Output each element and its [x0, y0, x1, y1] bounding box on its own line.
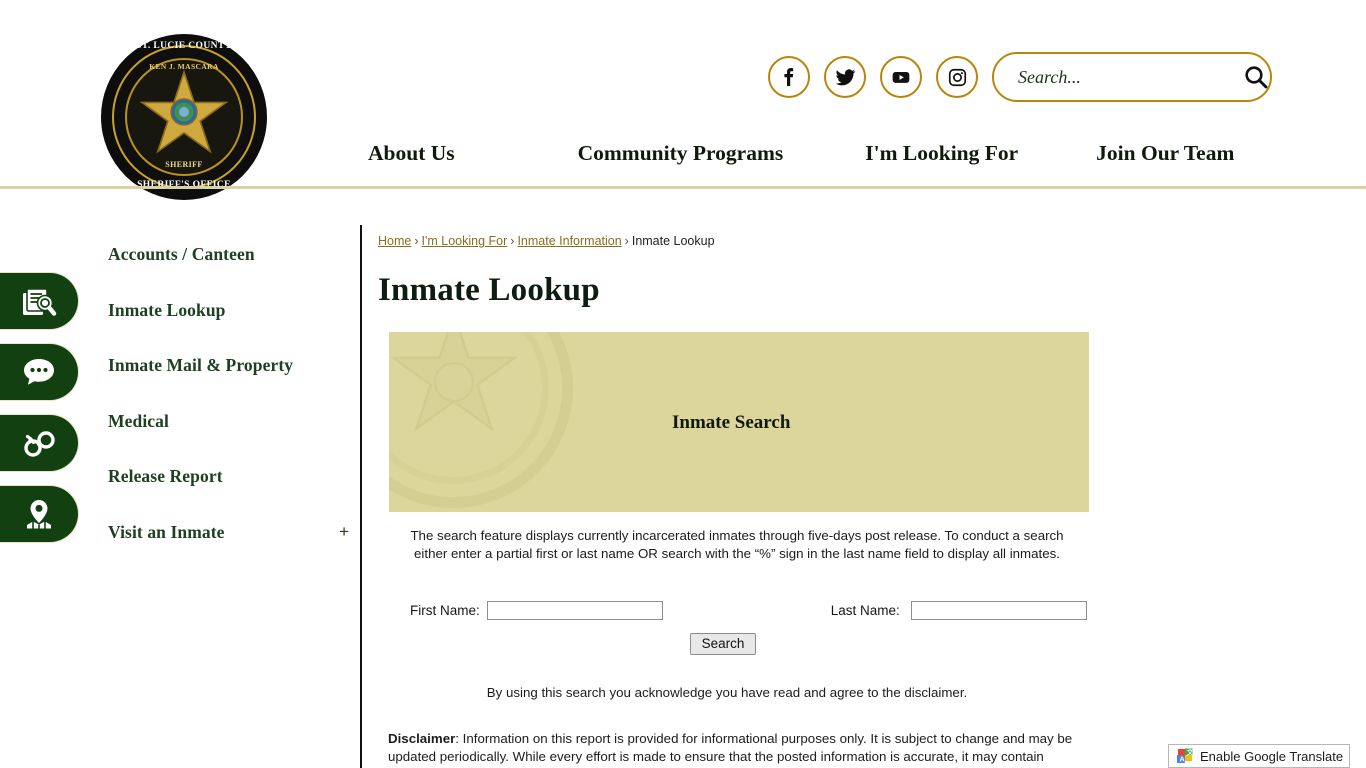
- main-navigation: About Us Community Programs I'm Looking …: [368, 141, 1234, 166]
- search-instructions: The search feature displays currently in…: [410, 528, 1064, 561]
- inmate-search-banner: Inmate Search: [389, 332, 1089, 512]
- breadcrumb-separator: ›: [510, 234, 515, 248]
- chat-bubble-icon: [24, 359, 54, 385]
- sheriff-seal-logo[interactable]: ST. LUCIE COUNTY KEN J. MASCARA SHERIFF …: [101, 34, 267, 200]
- watermark-star-icon: [389, 332, 519, 432]
- google-translate-label: Enable Google Translate: [1200, 748, 1344, 764]
- breadcrumb-link-im-looking-for[interactable]: I'm Looking For: [422, 234, 508, 248]
- page-root: ST. LUCIE COUNTY KEN J. MASCARA SHERIFF …: [0, 0, 1366, 768]
- breadcrumb-current: Inmate Lookup: [631, 234, 715, 248]
- disclaimer-text: Disclaimer: Information on this report i…: [388, 730, 1078, 768]
- nav-item-about-us[interactable]: About Us: [368, 141, 455, 166]
- sidebar-item-label: Accounts / Canteen: [108, 244, 255, 265]
- first-name-input[interactable]: [486, 601, 663, 620]
- google-translate-icon: A 文: [1177, 748, 1195, 764]
- twitter-icon: [835, 68, 855, 85]
- content-divider: [360, 225, 362, 768]
- sidebar-item-accounts-canteen[interactable]: Accounts / Canteen: [108, 227, 353, 283]
- handcuffs-icon: [24, 431, 55, 457]
- svg-text:A: A: [1179, 754, 1185, 763]
- sidebar-item-medical[interactable]: Medical: [108, 394, 353, 450]
- social-links: [768, 56, 978, 98]
- sidebar-item-inmate-mail-property[interactable]: Inmate Mail & Property: [108, 338, 353, 394]
- nav-item-community-programs[interactable]: Community Programs: [578, 141, 784, 166]
- google-translate-toggle[interactable]: A 文 Enable Google Translate: [1168, 744, 1350, 768]
- last-name-group: Last Name:: [830, 601, 1088, 620]
- svg-text:文: 文: [1187, 748, 1193, 757]
- quick-tab-arrests[interactable]: [0, 415, 78, 471]
- twitter-link[interactable]: [824, 56, 866, 98]
- inmate-search-form: First Name: Last Name:: [378, 601, 1090, 620]
- breadcrumb: Home › I'm Looking For › Inmate Information ›…: [378, 232, 1090, 250]
- quick-tab-tips-chat[interactable]: [0, 344, 78, 400]
- nav-item-im-looking-for[interactable]: I'm Looking For: [865, 141, 1018, 166]
- search-button-row: Search: [378, 633, 1090, 655]
- sidebar-item-visit-an-inmate[interactable]: Visit an Inmate +: [108, 505, 353, 561]
- sheriff-star-icon: [139, 69, 229, 154]
- breadcrumb-separator: ›: [624, 234, 629, 248]
- disclaimer-label: Disclaimer: [388, 731, 456, 746]
- quick-tab-crime-map[interactable]: [0, 486, 78, 542]
- first-name-label: First Name:: [410, 603, 480, 618]
- site-header: ST. LUCIE COUNTY KEN J. MASCARA SHERIFF …: [0, 0, 1366, 200]
- sidebar-item-label: Inmate Mail & Property: [108, 355, 294, 376]
- acknowledgement-text: By using this search you acknowledge you…: [486, 685, 968, 700]
- youtube-icon: [892, 72, 910, 83]
- sidebar-item-label: Inmate Lookup: [108, 299, 226, 320]
- nav-item-join-our-team[interactable]: Join Our Team: [1096, 141, 1234, 166]
- site-search[interactable]: [992, 52, 1272, 102]
- expand-plus-icon[interactable]: +: [339, 522, 353, 542]
- header-bottom-rule: [0, 186, 1366, 189]
- banner-title: Inmate Search: [672, 412, 791, 433]
- sidebar-item-inmate-lookup[interactable]: Inmate Lookup: [108, 283, 353, 339]
- breadcrumb-link-home[interactable]: Home: [378, 234, 411, 248]
- youtube-link[interactable]: [880, 56, 922, 98]
- facebook-link[interactable]: [768, 56, 810, 98]
- quick-access-tabs: [0, 273, 80, 557]
- instagram-icon: [948, 68, 966, 86]
- magnifier-icon[interactable]: [1243, 64, 1269, 90]
- page-title: Inmate Lookup: [378, 272, 600, 308]
- seal-text-sheriff: SHERIFF: [165, 160, 203, 169]
- search-submit-button[interactable]: Search: [689, 633, 757, 655]
- sidebar-item-label: Visit an Inmate: [108, 521, 225, 542]
- sidebar-item-label: Medical: [108, 410, 169, 431]
- last-name-input[interactable]: [911, 601, 1088, 620]
- search-input[interactable]: [1016, 65, 1243, 89]
- breadcrumb-link-inmate-information[interactable]: Inmate Information: [517, 234, 621, 248]
- document-search-icon: [23, 288, 57, 316]
- map-pin-icon: [27, 500, 51, 529]
- disclaimer-body: : Information on this report is provided…: [388, 731, 1073, 768]
- quick-tab-records-search[interactable]: [0, 273, 78, 329]
- main-content: Home › I'm Looking For › Inmate Information ›…: [378, 232, 1090, 768]
- last-name-label: Last Name:: [830, 603, 900, 618]
- breadcrumb-separator: ›: [414, 234, 419, 248]
- seal-text-mid: KEN J. MASCARA: [149, 62, 219, 71]
- sidebar-item-label: Release Report: [108, 466, 223, 487]
- facebook-icon: [784, 68, 794, 86]
- instagram-link[interactable]: [936, 56, 978, 98]
- section-sidebar-menu: Accounts / Canteen Inmate Lookup Inmate …: [108, 227, 353, 560]
- sidebar-item-release-report[interactable]: Release Report: [108, 449, 353, 505]
- seal-text-top: ST. LUCIE COUNTY: [136, 41, 232, 51]
- sheriff-seal-watermark-icon: [389, 332, 583, 512]
